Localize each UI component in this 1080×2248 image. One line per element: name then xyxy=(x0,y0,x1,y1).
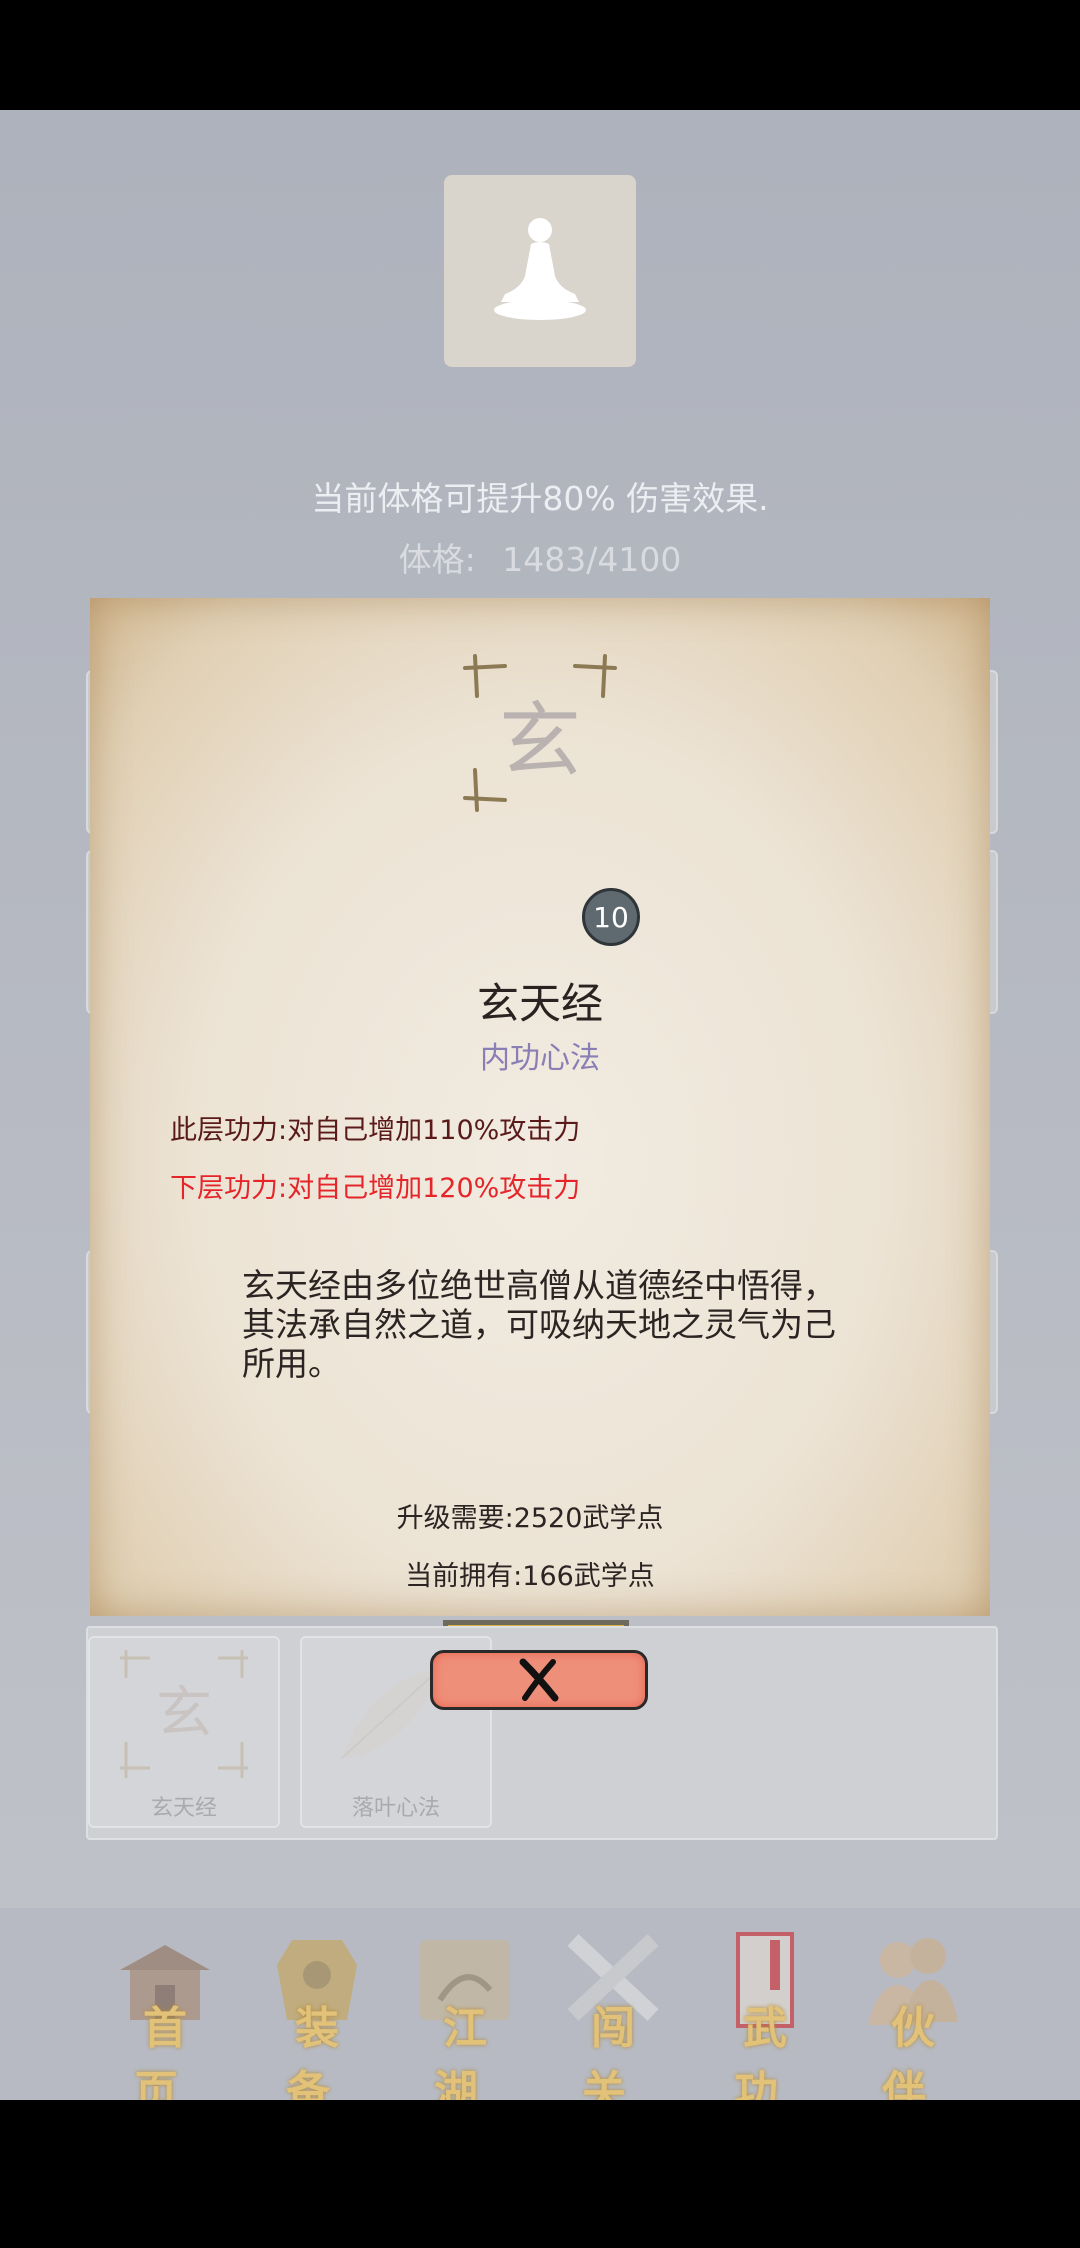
level-badge: 10 xyxy=(582,888,640,946)
nav-label: 伙伴 xyxy=(882,2003,953,2100)
nav-item-equipment[interactable]: 装备 xyxy=(252,1930,382,2100)
skill-glyph: 玄 xyxy=(498,693,581,789)
skill-card-label: 玄天经 xyxy=(150,1796,217,1821)
nav-item-jianghu[interactable]: 江湖 xyxy=(400,1930,530,2100)
nav-item-home[interactable]: 首页 xyxy=(100,1930,230,2100)
nav-label: 江湖 xyxy=(434,2003,505,2100)
close-button[interactable] xyxy=(430,1650,648,1710)
nav-item-challenge[interactable]: 闯关 xyxy=(548,1930,678,2100)
current-points: 当前拥有:166武学点 xyxy=(405,1561,655,1592)
skill-name: 玄天经 xyxy=(476,979,603,1028)
meditation-avatar xyxy=(444,175,636,367)
meditating-figure-icon xyxy=(494,218,586,320)
nav-label: 闯关 xyxy=(582,2003,653,2100)
physique-line: 体格: 1483/4100 xyxy=(0,533,1080,581)
nav-label: 武功 xyxy=(734,2003,805,2100)
skill-emblem: 玄 xyxy=(455,648,625,818)
skill-card[interactable]: 玄 玄天经 xyxy=(88,1636,280,1828)
upgrade-cost: 升级需要:2520武学点 xyxy=(396,1503,664,1534)
skill-detail-scroll: 玄 10 玄天经 内功心法 此层功力:对自己增加110%攻击力 下层功力:对自己… xyxy=(90,598,990,1690)
skill-card-glyph: 玄 xyxy=(156,1681,212,1746)
skill-type: 内功心法 xyxy=(480,1041,600,1076)
physique-bonus-text: 当前体格可提升80% 伤害效果. xyxy=(311,479,769,518)
current-layer-effect: 此层功力:对自己增加110%攻击力 xyxy=(170,1115,581,1146)
nav-label: 首页 xyxy=(134,2003,205,2100)
nav-label: 装备 xyxy=(286,2003,357,2100)
nav-item-companions[interactable]: 伙伴 xyxy=(848,1930,978,2100)
nav-item-martial-arts[interactable]: 武功 xyxy=(700,1930,830,2100)
close-icon xyxy=(519,1658,559,1702)
physique-label: 体格: xyxy=(398,540,476,579)
skill-description: 玄天经由多位绝世高僧从道德经中悟得，其法承自然之道，可吸纳天地之灵气为己所用。 xyxy=(242,1266,836,1383)
bottom-nav: 首页 装备 江湖 闯关 武功 伙伴 xyxy=(0,1908,1080,2100)
skill-card-label: 落叶心法 xyxy=(351,1796,440,1821)
physique-value: 1483/4100 xyxy=(502,540,682,579)
main-screen: 当前体格可提升80% 伤害效果. 体格: 1483/4100 玄 10 玄天经 … xyxy=(0,110,1080,2100)
next-layer-effect: 下层功力:对自己增加120%攻击力 xyxy=(170,1173,581,1204)
